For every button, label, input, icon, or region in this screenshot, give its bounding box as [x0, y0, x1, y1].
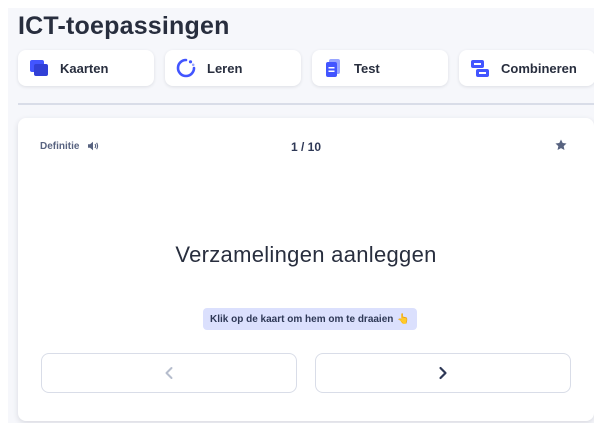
mode-label: Test: [354, 60, 380, 76]
mode-label: Kaarten: [60, 60, 109, 76]
mode-button-kaarten[interactable]: Kaarten: [18, 50, 154, 86]
match-icon: [471, 60, 489, 77]
mode-label: Leren: [207, 60, 243, 76]
mode-button-combineren[interactable]: Combineren: [459, 50, 594, 86]
previous-card-button[interactable]: [41, 353, 297, 393]
flashcard[interactable]: Definitie 1 / 10 Verzamelingen aanleggen…: [18, 118, 594, 421]
flashcards-icon: [30, 60, 48, 76]
mode-button-test[interactable]: Test: [312, 50, 448, 86]
next-card-button[interactable]: [315, 353, 571, 393]
test-document-icon: [326, 59, 340, 77]
divider: [18, 103, 594, 105]
set-title: ICT-toepassingen: [18, 12, 230, 40]
mode-label: Combineren: [501, 60, 577, 76]
card-term: Verzamelingen aanleggen: [175, 242, 437, 267]
flip-hint: Klik op de kaart om hem om te draaien 👆: [203, 308, 417, 330]
star-icon[interactable]: [554, 138, 568, 152]
chevron-left-icon: [165, 367, 173, 379]
flip-hint-text: Klik op de kaart om hem om te draaien: [210, 313, 394, 325]
mode-button-leren[interactable]: Leren: [165, 50, 301, 86]
card-counter: 1 / 10: [290, 140, 322, 154]
chevron-right-icon: [439, 366, 447, 380]
pointing-hand-icon: 👆: [397, 313, 410, 325]
learn-cycle-icon: [176, 58, 196, 78]
